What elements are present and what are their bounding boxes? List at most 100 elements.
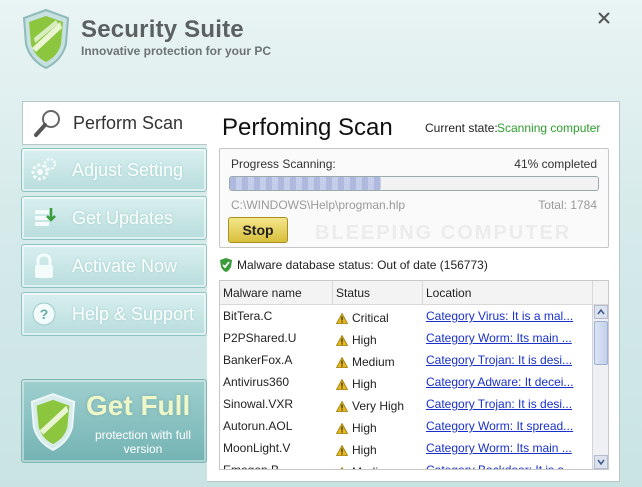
warning-icon (336, 356, 348, 368)
watermark: BLEEPING COMPUTER (315, 222, 572, 244)
stop-button[interactable]: Stop (228, 217, 288, 243)
malware-name: MoonLight.V (223, 441, 291, 455)
malware-name: Antivirus360 (223, 375, 290, 389)
table-row[interactable]: Antivirus360 High Category Adware: It dece… (220, 371, 608, 393)
scroll-thumb[interactable] (594, 321, 608, 365)
status-cell: High (333, 415, 423, 437)
table-row[interactable]: Sinowal.VXR Very High Category Trojan: It … (220, 393, 608, 415)
updates-icon (30, 204, 58, 232)
db-status-text: Malware database status: Out of date (15… (237, 258, 488, 272)
table-body: BitTera.C Critical Category Virus: It is a… (220, 305, 608, 470)
app-header: Security Suite Innovative protection for… (0, 0, 642, 88)
nav-item-label: Help & Support (72, 303, 195, 324)
promo-subtitle: protection with full version (94, 428, 192, 456)
app-subtitle: Innovative protection for your PC (81, 44, 272, 58)
status-text: High (352, 443, 377, 457)
warning-icon (336, 334, 348, 346)
nav-item-label: Perform Scan (73, 112, 184, 133)
progress-percent: 41% completed (514, 157, 597, 171)
close-icon[interactable] (596, 10, 612, 26)
scroll-down-button[interactable] (594, 455, 608, 469)
location-link[interactable]: Category Trojan: It is desi... (423, 349, 593, 371)
warning-icon (336, 312, 348, 324)
status-cell: Very High (333, 393, 423, 415)
table-scrollbar[interactable] (592, 305, 608, 469)
column-header-status[interactable]: Status (333, 281, 423, 304)
location-link[interactable]: Category Worm: Its main ... (423, 327, 593, 349)
nav-item-help-support[interactable]: ? Help & Support (21, 292, 207, 336)
location-link[interactable]: Category Trojan: It is desi... (423, 393, 593, 415)
status-cell: Critical (333, 305, 423, 327)
shield-icon (30, 393, 76, 451)
table-header: Malware name Status Location (220, 281, 608, 305)
db-status: Malware database status: Out of date (15… (219, 257, 488, 273)
svg-text:?: ? (40, 306, 49, 322)
malware-name: P2PShared.U (223, 331, 297, 345)
status-text: Critical (352, 311, 389, 325)
progress-panel: Progress Scanning: 41% completed C:\WIND… (219, 148, 609, 248)
state-label: Current state: (425, 121, 498, 135)
column-header-location[interactable]: Location (423, 281, 593, 304)
status-cell: High (333, 371, 423, 393)
table-row[interactable]: P2PShared.U High Category Worm: Its main .… (220, 327, 608, 349)
warning-icon (336, 400, 348, 412)
shield-logo-icon (22, 8, 70, 70)
table-row[interactable]: BitTera.C Critical Category Virus: It is a… (220, 305, 608, 327)
malware-name: Autorun.AOL (223, 419, 293, 433)
status-text: Very High (352, 399, 405, 413)
scroll-up-button[interactable] (594, 305, 608, 319)
progress-bar (229, 176, 599, 191)
warning-icon (340, 466, 344, 469)
shield-check-icon (220, 258, 232, 272)
app-title: Security Suite (81, 16, 244, 43)
magnifier-icon (34, 110, 60, 137)
table-row[interactable]: BankerFox.A Medium Category Trojan: It is … (220, 349, 608, 371)
malware-name: BankerFox.A (223, 353, 293, 367)
progress-label: Progress Scanning: (231, 157, 336, 171)
status-text: High (352, 333, 377, 347)
scan-title: Perfoming Scan (222, 114, 393, 141)
nav-item-get-updates[interactable]: Get Updates (21, 196, 207, 240)
current-file: C:\WINDOWS\Help\progman.hlp (231, 198, 406, 212)
question-icon: ? (30, 300, 58, 328)
location-link[interactable]: Category Backdoor: It is a ... (423, 459, 593, 469)
chevron-up-icon (597, 309, 605, 315)
status-cell: High (333, 327, 423, 349)
nav-item-label: Activate Now (72, 255, 178, 276)
state-value: Scanning computer (497, 121, 601, 135)
nav-item-label: Adjust Setting (72, 159, 184, 180)
location-link[interactable]: Category Adware: It decei... (423, 371, 593, 393)
nav-item-activate-now[interactable]: Activate Now (21, 244, 207, 288)
location-link[interactable]: Category Worm: Its main ... (423, 437, 593, 459)
gears-icon (30, 156, 58, 184)
status-cell: High (333, 437, 423, 459)
table-row[interactable]: Autorun.AOL High Category Worm: It spread.… (220, 415, 608, 437)
status-text: High (352, 377, 377, 391)
status-text: Medium (352, 355, 395, 369)
malware-table: Malware name Status Location BitTera.C Cr… (219, 280, 609, 470)
status-cell: Medium (333, 459, 423, 469)
table-row[interactable]: Emogen.B Medium Category Backdoor: It is a… (220, 459, 608, 470)
nav-item-perform-scan[interactable]: Perform Scan (22, 101, 222, 145)
nav-item-label: Get Updates (72, 207, 174, 228)
malware-name: Sinowal.VXR (223, 397, 294, 411)
warning-icon (336, 444, 348, 456)
warning-icon (336, 422, 348, 434)
promo-title: Get Full (86, 390, 191, 421)
total-count: Total: 1784 (538, 198, 597, 212)
status-cell: Medium (333, 349, 423, 371)
warning-icon (336, 378, 348, 390)
progress-fill (230, 177, 381, 190)
malware-name: BitTera.C (223, 309, 273, 323)
scan-panel: Perfoming Scan Current state: Scanning c… (207, 101, 620, 482)
malware-name: Emogen.B (223, 463, 280, 470)
nav-item-adjust-setting[interactable]: Adjust Setting (21, 148, 207, 192)
location-link[interactable]: Category Worm: It spread... (423, 415, 593, 437)
location-link[interactable]: Category Virus: It is a mal... (423, 305, 593, 327)
chevron-down-icon (597, 459, 605, 465)
column-header-name[interactable]: Malware name (220, 281, 333, 304)
get-full-version-button[interactable]: Get Full protection with full version (21, 379, 207, 463)
padlock-icon (30, 252, 58, 280)
status-text: Medium (352, 465, 395, 469)
table-row[interactable]: MoonLight.V High Category Worm: Its main .… (220, 437, 608, 459)
